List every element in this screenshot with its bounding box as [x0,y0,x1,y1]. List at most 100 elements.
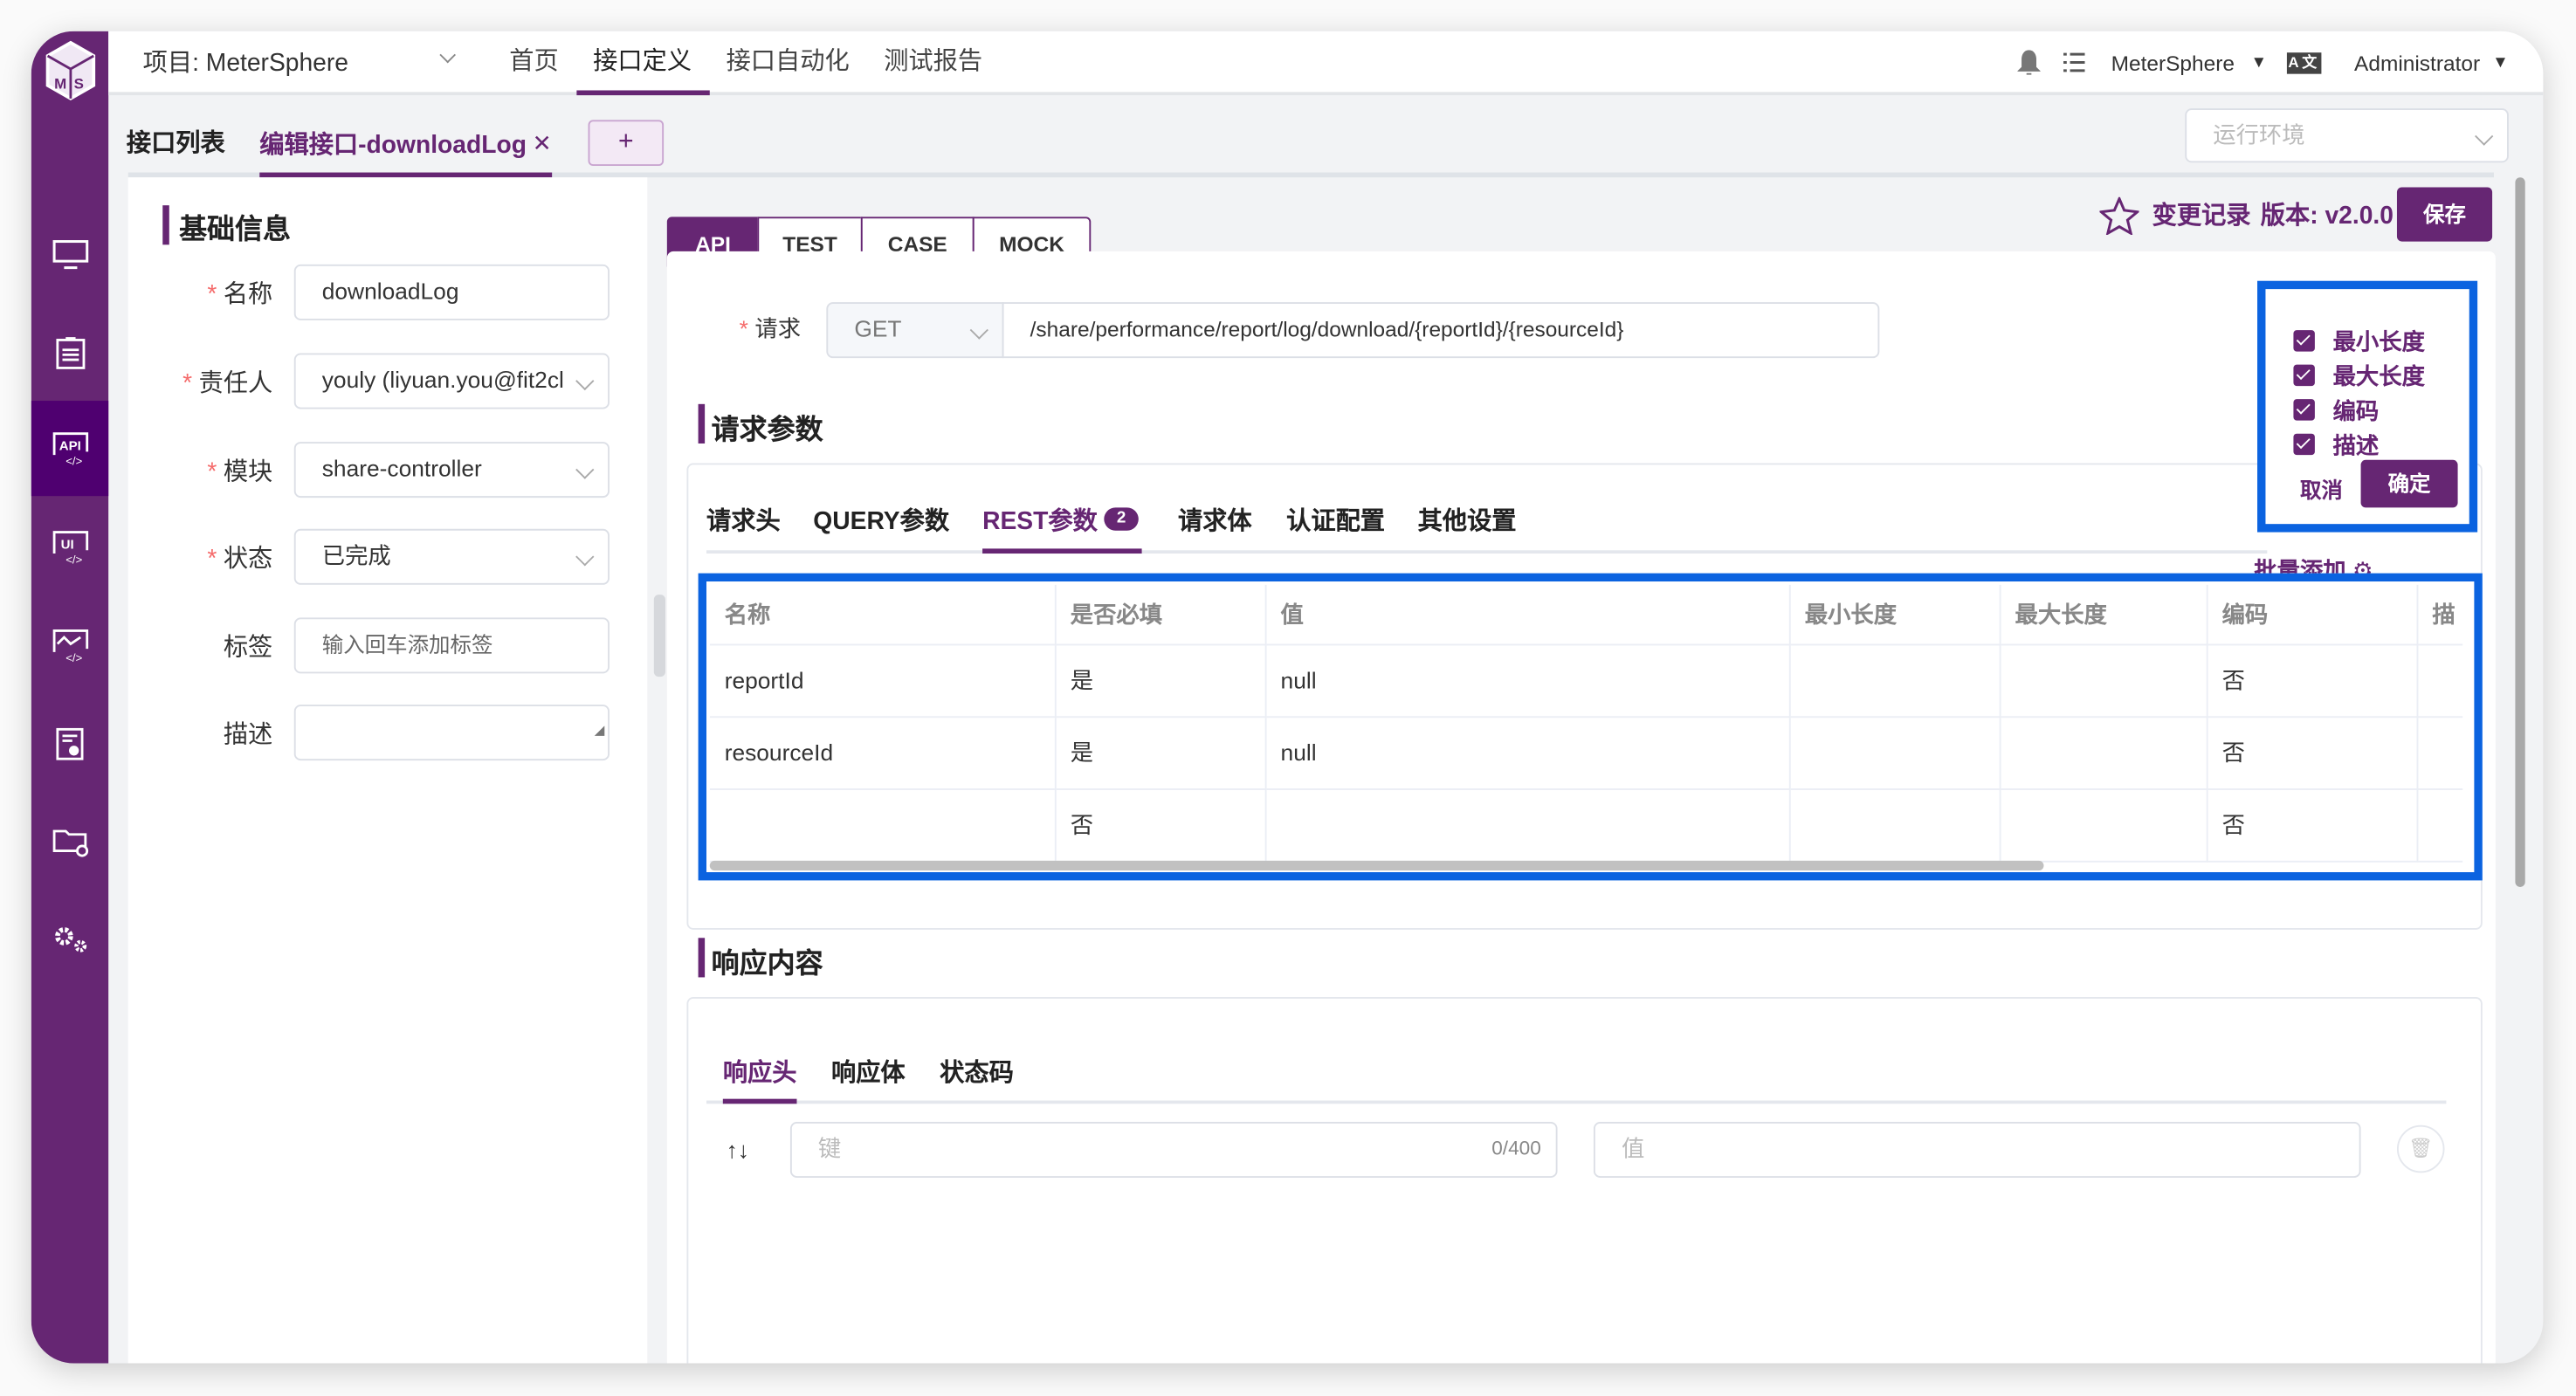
name-input[interactable]: downloadLog [293,264,610,320]
nav-api-definition[interactable]: 接口定义 [593,46,692,79]
table-cell[interactable] [1788,643,2001,718]
tab-other-settings[interactable]: 其他设置 [1418,503,1517,538]
column-header: 描 [2416,584,2463,645]
save-button[interactable]: 保存 [2396,187,2493,242]
confirm-button[interactable]: 确定 [2360,459,2458,508]
sidebar-item-project-settings[interactable] [31,794,108,889]
option-label: 最大长度 [2332,362,2425,389]
response-title: 响应内容 [711,947,823,980]
add-tab-button[interactable]: + [588,120,665,167]
table-cell[interactable]: 否 [2206,716,2418,790]
caret-down-icon[interactable]: ▼ [2492,48,2509,81]
table-cell[interactable] [1999,716,2208,790]
checkbox-max-length[interactable] [2293,364,2315,387]
tab-response-headers[interactable]: 响应头 [723,1055,797,1090]
nav-home[interactable]: 首页 [509,46,558,79]
tag-label: 标签 [223,634,273,663]
vertical-scrollbar[interactable] [2515,177,2525,887]
table-cell[interactable] [709,788,1056,862]
user-menu[interactable]: Administrator [2354,48,2480,81]
table-cell[interactable]: null [1264,643,1790,718]
table-row[interactable]: resourceId 是 null 否 [709,716,2463,790]
owner-select[interactable]: youly (liyuan.you@fit2cl [293,353,610,409]
version-label[interactable]: 版本: v2.0.0 [2261,201,2393,234]
change-history-link[interactable]: 变更记录 [2152,201,2251,234]
table-cell[interactable] [1999,643,2208,718]
table-cell[interactable] [1788,716,2001,790]
checkbox-min-length[interactable] [2293,330,2315,352]
delete-button[interactable]: 🗑 [2396,1124,2445,1173]
sidebar-item-system-settings[interactable] [31,892,108,987]
module-select[interactable]: share-controller [293,442,610,499]
table-cell[interactable]: 否 [2206,788,2418,862]
active-tab-indicator [982,548,1142,554]
checkbox-description[interactable] [2293,433,2315,456]
tag-input[interactable]: 输入回车添加标签 [293,617,610,674]
cancel-button[interactable]: 取消 [2300,473,2343,505]
sort-icon[interactable]: ↑↓ [727,1133,749,1166]
task-list-icon[interactable] [2062,51,2085,73]
table-cell[interactable] [2416,788,2463,862]
sidebar-item-track[interactable] [31,306,108,401]
collapse-handle[interactable] [653,595,665,677]
table-cell[interactable]: 是 [1054,716,1266,790]
header-value-input[interactable]: 值 [1593,1121,2361,1178]
table-row[interactable]: 否否 [709,788,2463,862]
table-cell[interactable]: reportId [709,643,1056,718]
section-bar [698,938,706,978]
horizontal-scrollbar[interactable] [709,860,2044,871]
tab-status-code[interactable]: 状态码 [940,1055,1014,1090]
table-cell[interactable] [2416,643,2463,718]
app-window: MS API </> UI </> </> 项目: MeterSphere 首页 接… [31,31,2544,1364]
caret-down-icon[interactable]: ▼ [2251,48,2268,81]
method-select[interactable]: GET [826,302,1004,359]
workspace-selector[interactable]: MeterSphere [2111,48,2235,81]
table-cell[interactable]: null [1264,716,1790,790]
chevron-down-icon [575,547,595,567]
sidebar-item-report[interactable] [31,697,108,792]
tab-response-body[interactable]: 响应体 [831,1055,906,1090]
table-cell[interactable] [1264,788,1790,862]
status-select[interactable]: 已完成 [293,528,610,585]
tab-headers[interactable]: 请求头 [706,503,781,538]
nav-api-automation[interactable]: 接口自动化 [727,46,850,79]
column-header: 最小长度 [1788,584,2001,645]
sidebar-item-workstation[interactable] [31,207,108,302]
chevron-down-icon[interactable] [439,46,456,64]
tab-api-list[interactable]: 接口列表 [127,128,225,162]
sidebar-item-api[interactable]: API </> [31,401,109,497]
table-cell[interactable] [2416,716,2463,790]
svg-text:UI: UI [60,537,73,552]
table-row[interactable]: reportId 是 null 否 [709,643,2463,718]
option-label: 最小长度 [2332,328,2425,355]
project-selector[interactable]: 项目: MeterSphere [143,48,348,81]
chevron-down-icon [575,460,595,479]
module-label: * 模块 [207,457,273,486]
tab-request-body[interactable]: 请求体 [1178,503,1252,538]
table-cell[interactable]: 否 [1054,788,1266,862]
language-icon[interactable]: A文 [2286,52,2322,74]
tab-auth-config[interactable]: 认证配置 [1286,503,1385,538]
sidebar-item-ui[interactable]: UI </> [31,499,108,595]
table-cell[interactable] [1788,788,2001,862]
description-textarea[interactable]: ◢ [293,705,610,761]
svg-text:</>: </> [65,454,81,466]
table-cell[interactable] [1999,788,2208,862]
header-key-input[interactable]: 键 0/400 [789,1121,1558,1178]
table-cell[interactable]: 否 [2206,643,2418,718]
tab-rest-params[interactable]: REST参数 [982,503,1098,538]
star-icon[interactable] [2099,196,2139,236]
tab-edit-api[interactable]: 编辑接口-downloadLog [259,130,527,163]
environment-placeholder: 运行环境 [2213,121,2305,148]
environment-select[interactable]: 运行环境 [2185,108,2509,163]
column-header: 是否必填 [1054,584,1266,645]
bell-icon[interactable] [2017,49,2041,77]
sidebar-item-performance[interactable]: </> [31,598,108,693]
nav-test-report[interactable]: 测试报告 [884,46,982,79]
table-cell[interactable]: resourceId [709,716,1056,790]
table-cell[interactable]: 是 [1054,643,1266,718]
close-icon[interactable]: ✕ [533,127,552,160]
tab-query-params[interactable]: QUERY参数 [813,503,949,538]
url-input[interactable]: /share/performance/report/log/download/{… [1002,302,1880,359]
checkbox-encoding[interactable] [2293,399,2315,421]
